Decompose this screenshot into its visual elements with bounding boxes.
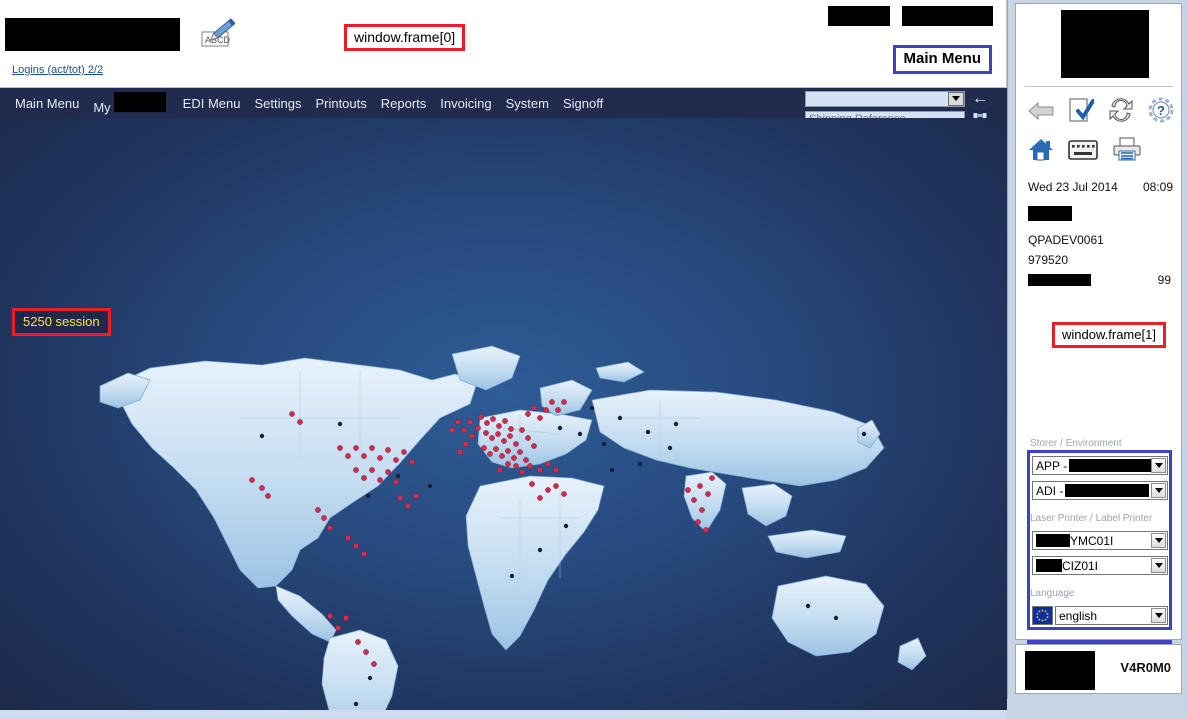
nav-item-main-menu[interactable]: Main Menu <box>8 96 86 111</box>
nav-item-signoff[interactable]: Signoff <box>556 96 610 111</box>
chevron-down-icon[interactable] <box>1151 608 1166 623</box>
application-window: ABCD window.frame[0] Main Menu Logins (a… <box>0 0 1188 719</box>
environment-value: ADI - <box>1036 483 1064 498</box>
back-arrow-icon[interactable]: ← <box>972 90 988 106</box>
environment-value-redacted <box>1065 484 1150 497</box>
date-label: Wed 23 Jul 2014 <box>1028 180 1118 194</box>
header-redacted-1 <box>828 6 890 26</box>
header-bar: ABCD window.frame[0] Main Menu Logins (a… <box>0 0 1007 88</box>
world-map <box>99 345 927 719</box>
session-user-redacted <box>1028 206 1072 221</box>
annotation-frame0: window.frame[0] <box>344 24 466 51</box>
storer-value-redacted <box>1069 459 1154 472</box>
chevron-down-icon[interactable] <box>1151 483 1166 498</box>
language-select[interactable]: english <box>1055 606 1168 625</box>
sidebar-toolbar-row-1: ? <box>1028 97 1174 128</box>
chevron-down-icon[interactable] <box>1151 533 1166 548</box>
help-icon[interactable]: ? <box>1148 97 1174 128</box>
header-redacted-2 <box>902 6 993 26</box>
storer-select[interactable]: APP - <box>1032 456 1168 475</box>
quick-select-row: ← <box>805 90 1001 107</box>
nav-item-printouts[interactable]: Printouts <box>308 96 373 111</box>
annotation-frame1: window.frame[1] <box>1052 322 1166 348</box>
label-printer-value: CIZ01I <box>1062 558 1099 573</box>
refresh-icon[interactable] <box>1108 97 1134 128</box>
storer-value: APP - <box>1036 458 1068 473</box>
laser-printer-value: YMC01I <box>1070 533 1114 548</box>
pencil-abcd-icon[interactable]: ABCD <box>200 16 238 50</box>
keyboard-icon[interactable] <box>1068 139 1098 166</box>
main-menu-button[interactable]: Main Menu <box>892 45 992 74</box>
session-device: QPADEV0061 <box>1028 233 1104 247</box>
laser-printer-select[interactable]: YMC01I <box>1032 531 1168 550</box>
chevron-down-icon[interactable] <box>1151 458 1166 473</box>
storer-environment-label: Storer / Environment <box>1030 438 1122 449</box>
session-job-number: 979520 <box>1028 253 1069 267</box>
stage-footer-strip <box>0 710 1007 719</box>
time-label: 08:09 <box>1142 180 1173 194</box>
nav-item-invoicing[interactable]: Invoicing <box>433 96 498 111</box>
nav-item-edi-menu[interactable]: EDI Menu <box>176 96 248 111</box>
label-printer-prefix-redacted <box>1036 559 1062 572</box>
sidebar-brand-redacted <box>1061 10 1149 78</box>
nav-item-reports[interactable]: Reports <box>374 96 434 111</box>
quick-select-dropdown[interactable] <box>805 90 965 107</box>
version-label: V4R0M0 <box>1120 660 1171 675</box>
session-extra-redacted <box>1028 274 1091 286</box>
sidebar-frame: ? Wed 23 Jul 2014 08:09 QPADEV0061 97952… <box>1008 0 1188 699</box>
printer-icon[interactable] <box>1112 137 1142 166</box>
company-logo-redacted <box>5 18 180 51</box>
nav-item-settings[interactable]: Settings <box>247 96 308 111</box>
nav-item-system[interactable]: System <box>499 96 556 111</box>
sidebar-toolbar-row-2 <box>1028 137 1142 166</box>
main-frame: ABCD window.frame[0] Main Menu Logins (a… <box>0 0 1008 719</box>
logins-link[interactable]: Logins (act/tot) 2/2 <box>12 64 103 76</box>
session-counter: 99 <box>1157 273 1171 287</box>
label-printer-select[interactable]: CIZ01I <box>1032 556 1168 575</box>
world-map-stage: 5250 session <box>0 118 1007 719</box>
navigation-bar: Main Menu My EDI Menu Settings Printouts… <box>0 88 1007 127</box>
annotation-5250-session: 5250 session <box>12 308 111 336</box>
svg-text:?: ? <box>1157 103 1165 118</box>
chevron-down-icon[interactable] <box>1151 558 1166 573</box>
version-logo-redacted <box>1025 651 1095 690</box>
nav-item-my[interactable]: My <box>86 91 175 115</box>
sidebar-panel: ? Wed 23 Jul 2014 08:09 QPADEV0061 97952… <box>1015 3 1182 644</box>
language-value: english <box>1059 608 1098 623</box>
document-check-icon[interactable] <box>1068 97 1095 128</box>
nav-items: Main Menu My EDI Menu Settings Printouts… <box>8 88 610 118</box>
environment-select[interactable]: ADI - <box>1032 481 1168 500</box>
laser-printer-prefix-redacted <box>1036 534 1070 547</box>
datetime-row: Wed 23 Jul 2014 08:09 <box>1028 180 1173 194</box>
back-arrow-icon[interactable] <box>1028 99 1054 128</box>
home-icon[interactable] <box>1028 137 1054 166</box>
nav-item-my-redacted <box>113 91 166 112</box>
sidebar-divider <box>1025 86 1173 87</box>
eu-flag-icon <box>1032 606 1053 625</box>
version-bar: V4R0M0 <box>1015 644 1182 694</box>
chevron-down-icon[interactable] <box>948 91 964 106</box>
